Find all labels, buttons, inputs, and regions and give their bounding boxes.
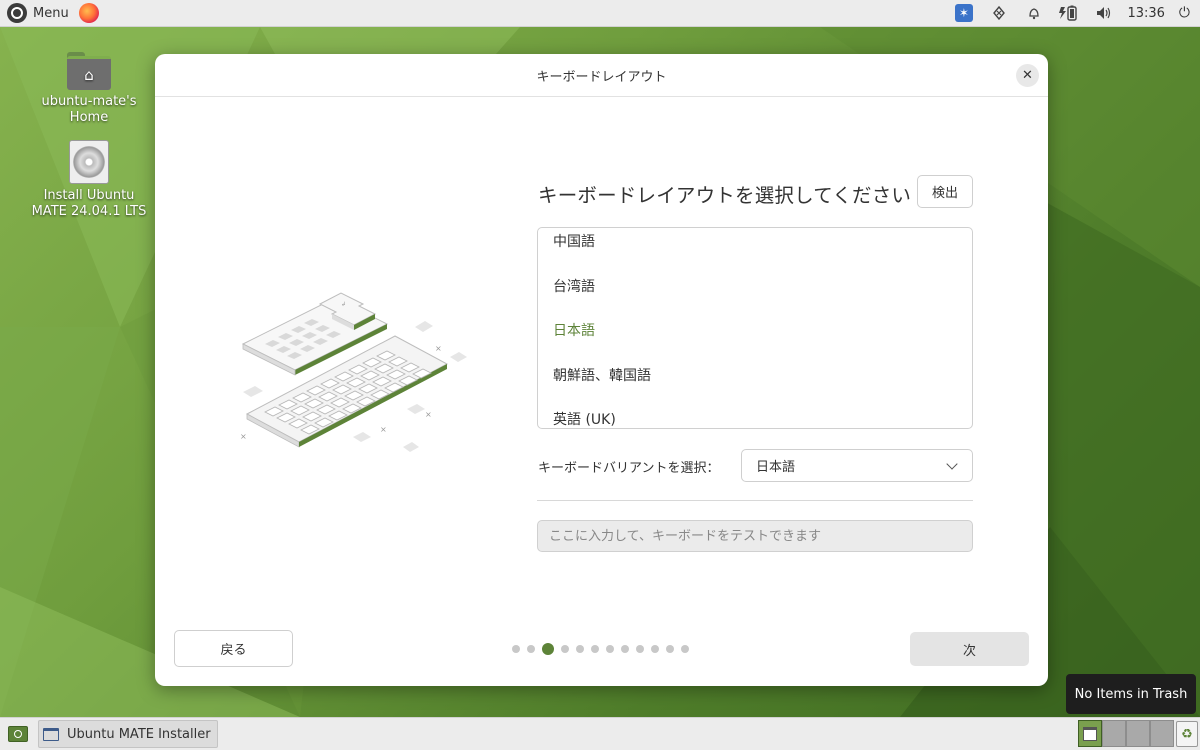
progress-dot-active [542,643,554,655]
network-icon[interactable] [981,0,1016,26]
page-heading: キーボードレイアウトを選択してください [538,184,912,207]
progress-dot [681,645,689,653]
divider [537,500,973,501]
install-ubuntu-desktop-icon[interactable]: Install Ubuntu MATE 24.04.1 LTS [24,140,154,220]
progress-dot [621,645,629,653]
progress-dot [606,645,614,653]
layout-item-taiwanese[interactable]: 台湾語 [553,276,595,296]
keyboard-layout-list[interactable]: 中国語 台湾語 日本語 朝鮮語、韓国語 英語 (UK) [537,227,973,429]
variant-label: キーボードバリアントを選択： [538,461,720,476]
home-folder-icon: ⌂ [67,52,111,90]
layout-item-korean[interactable]: 朝鮮語、韓国語 [553,365,651,385]
workspace-3[interactable] [1126,720,1150,747]
progress-dot [527,645,535,653]
variant-dropdown[interactable]: 日本語 [741,449,973,482]
menu-button[interactable]: Menu [33,6,69,21]
power-icon[interactable]: ⏻ [1173,5,1200,21]
taskbar-installer-button[interactable]: Ubuntu MATE Installer [38,720,218,748]
progress-dot [561,645,569,653]
chevron-down-icon [946,458,958,470]
notification-bell-icon[interactable] [1016,0,1051,26]
workspace-4[interactable] [1150,720,1174,747]
home-folder-label: ubuntu-mate's Home [41,94,137,125]
progress-dots [512,643,689,655]
battery-icon[interactable] [1051,0,1086,26]
keyboard-illustration: × × × × ↲ [240,292,467,452]
back-button[interactable]: 戻る [174,630,293,667]
trash-icon[interactable]: ♻ [1176,721,1198,747]
window-icon [43,727,59,741]
show-desktop-icon[interactable] [8,726,28,742]
firefox-icon[interactable] [78,3,99,23]
layout-item-english-uk[interactable]: 英語 (UK) [553,409,616,428]
install-ubuntu-label: Install Ubuntu MATE 24.04.1 LTS [31,188,147,219]
workspace-switcher[interactable] [1078,720,1174,747]
trash-tooltip: No Items in Trash [1066,674,1196,714]
progress-dot [591,645,599,653]
workspace-2[interactable] [1102,720,1126,747]
detect-button[interactable]: 検出 [917,175,973,208]
next-button[interactable]: 次 [910,632,1029,666]
keyboard-test-input[interactable] [537,520,973,552]
svg-text:↲: ↲ [341,301,346,308]
installer-disc-icon [69,140,109,184]
taskbar-label: Ubuntu MATE Installer [67,726,211,742]
progress-dot [636,645,644,653]
layout-item-chinese[interactable]: 中国語 [553,231,595,251]
home-folder-desktop-icon[interactable]: ⌂ ubuntu-mate's Home [24,52,154,126]
mate-logo-icon[interactable] [7,3,27,23]
svg-text:×: × [380,425,387,434]
accessibility-icon[interactable]: ✶ [946,0,981,26]
dialog-title: キーボードレイアウト [536,69,667,85]
close-button[interactable]: ✕ [1016,64,1039,87]
layout-item-japanese[interactable]: 日本語 [553,320,595,340]
progress-dot [512,645,520,653]
svg-text:×: × [435,344,442,353]
top-panel: Menu ✶ 13:36 ⏻ [0,0,1200,27]
workspace-1[interactable] [1078,720,1102,747]
progress-dot [666,645,674,653]
variant-value: 日本語 [756,460,796,475]
bottom-panel: Ubuntu MATE Installer ♻ [0,717,1200,750]
svg-text:×: × [425,410,432,419]
svg-text:×: × [240,432,247,441]
dialog-header: キーボードレイアウト ✕ [155,54,1048,97]
progress-dot [651,645,659,653]
volume-icon[interactable] [1086,0,1121,26]
clock[interactable]: 13:36 [1121,6,1172,21]
progress-dot [576,645,584,653]
installer-dialog: キーボードレイアウト ✕ × × × × ↲ キーボードレイアウトを選択してくだ… [155,54,1048,686]
